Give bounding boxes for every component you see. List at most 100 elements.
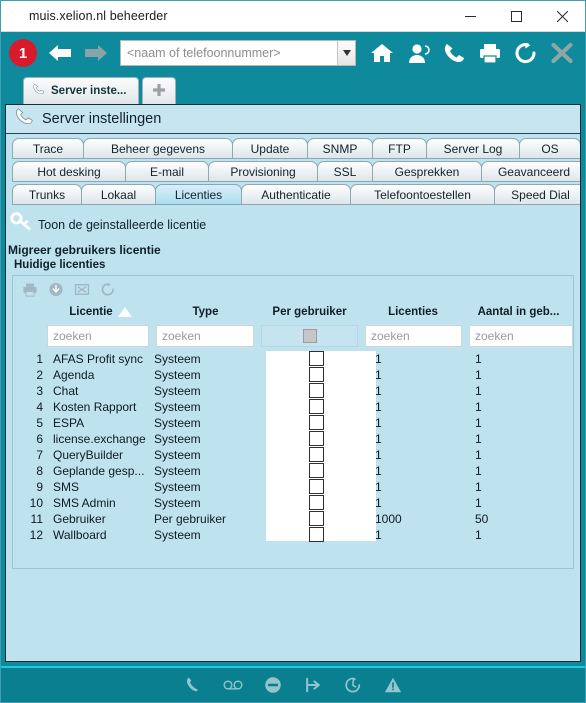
refresh-icon[interactable] <box>99 281 116 298</box>
tab-snmp[interactable]: SNMP <box>307 138 373 159</box>
forward-icon[interactable] <box>302 674 324 696</box>
tab-licenties[interactable]: Licenties <box>155 184 242 205</box>
cell-per-gebruiker[interactable] <box>260 430 372 447</box>
table-row[interactable]: 8 Geplande gesp... Systeem 1 1 <box>13 462 573 479</box>
cell-per-gebruiker[interactable] <box>260 526 372 543</box>
printer-icon[interactable] <box>475 38 505 68</box>
checkbox-icon[interactable] <box>308 478 324 494</box>
migrate-user-license-label[interactable]: Migreer gebruikers licentie <box>6 239 580 258</box>
tab-gesprekken[interactable]: Gesprekken <box>372 161 482 182</box>
tab-speed-dial[interactable]: Speed Dial <box>494 184 580 205</box>
checkbox-icon[interactable] <box>308 446 324 462</box>
chevron-down-icon[interactable] <box>337 41 355 65</box>
checkbox-icon[interactable] <box>308 398 324 414</box>
table-row[interactable]: 1 AFAS Profit sync Systeem 1 1 <box>13 350 573 367</box>
download-icon[interactable] <box>47 281 64 298</box>
tab-ftp[interactable]: FTP <box>372 138 427 159</box>
table-row[interactable]: 9 SMS Systeem 1 1 <box>13 478 573 495</box>
phone-icon[interactable] <box>182 674 204 696</box>
checkbox-icon[interactable] <box>308 462 324 478</box>
maximize-button[interactable] <box>493 1 539 32</box>
table-row[interactable]: 4 Kosten Rapport Systeem 1 1 <box>13 398 573 415</box>
cell-per-gebruiker[interactable] <box>260 350 372 367</box>
cell-licenties: 1000 <box>375 512 402 526</box>
phone-icon[interactable] <box>439 38 469 68</box>
warning-icon[interactable] <box>382 674 404 696</box>
cell-licentie: Chat <box>53 384 79 398</box>
contacts-icon[interactable] <box>403 38 433 68</box>
cell-per-gebruiker[interactable] <box>260 414 372 431</box>
minimize-button[interactable] <box>447 1 493 32</box>
cell-aantal-in-gebruik: 1 <box>475 368 482 382</box>
column-header-per-gebruiker[interactable]: Per gebruiker <box>257 306 362 318</box>
new-tab-button[interactable] <box>142 77 177 104</box>
voicemail-icon[interactable] <box>222 674 244 696</box>
checkbox-icon[interactable] <box>308 494 324 510</box>
tab-trace[interactable]: Trace <box>12 138 84 159</box>
filter-per-gebruiker-checkbox[interactable] <box>261 325 358 347</box>
table-row[interactable]: 3 Chat Systeem 1 1 <box>13 382 573 399</box>
tab-lokaal[interactable]: Lokaal <box>81 184 156 205</box>
cell-per-gebruiker[interactable] <box>260 446 372 463</box>
close-icon[interactable] <box>547 38 577 68</box>
cell-per-gebruiker[interactable] <box>260 510 372 527</box>
filter-type-input[interactable] <box>156 325 254 347</box>
tab-beheer-gegevens[interactable]: Beheer gegevens <box>83 138 233 159</box>
tab-ssl[interactable]: SSL <box>317 161 373 182</box>
table-row[interactable]: 12 Wallboard Systeem 1 1 <box>13 526 573 543</box>
checkbox-icon[interactable] <box>308 366 324 382</box>
cell-per-gebruiker[interactable] <box>260 494 372 511</box>
checkbox-icon[interactable] <box>308 526 324 542</box>
page-title: Server instellingen <box>42 111 162 127</box>
filter-aantal-in-gebruik-input[interactable] <box>469 325 573 347</box>
search-box[interactable] <box>120 40 356 66</box>
checkbox-icon[interactable] <box>308 430 324 446</box>
history-icon[interactable] <box>342 674 364 696</box>
column-header-licenties[interactable]: Licenties <box>362 306 464 318</box>
home-icon[interactable] <box>367 38 397 68</box>
grid-filter-row <box>13 323 573 349</box>
table-row[interactable]: 11 Gebruiker Per gebruiker 1000 50 <box>13 510 573 527</box>
back-arrow-icon[interactable] <box>45 40 75 66</box>
tab-geavanceerd[interactable]: Geavanceerd <box>481 161 580 182</box>
search-input[interactable] <box>121 41 337 65</box>
print-icon[interactable] <box>21 281 38 298</box>
browser-tab-server-instellingen[interactable]: Server inste... <box>23 77 140 104</box>
tab-os[interactable]: OS <box>519 138 580 159</box>
table-row[interactable]: 2 Agenda Systeem 1 1 <box>13 366 573 383</box>
tab-trunks[interactable]: Trunks <box>12 184 82 205</box>
tab-provisioning[interactable]: Provisioning <box>208 161 318 182</box>
table-row[interactable]: 5 ESPA Systeem 1 1 <box>13 414 573 431</box>
column-header-type[interactable]: Type <box>154 306 257 318</box>
tab-hot-desking[interactable]: Hot desking <box>12 161 126 182</box>
dnd-icon[interactable] <box>262 674 284 696</box>
tab-update[interactable]: Update <box>232 138 308 159</box>
show-installed-license-label[interactable]: Toon de geinstalleerde licentie <box>38 218 206 232</box>
checkbox-icon[interactable] <box>308 382 324 398</box>
tab-email[interactable]: E-mail <box>125 161 209 182</box>
cell-per-gebruiker[interactable] <box>260 382 372 399</box>
checkbox-icon[interactable] <box>308 350 324 366</box>
checkbox-icon[interactable] <box>308 414 324 430</box>
column-header-licentie[interactable]: Licentie <box>47 306 154 318</box>
notification-badge[interactable]: 1 <box>9 39 37 67</box>
table-row[interactable]: 7 QueryBuilder Systeem 1 1 <box>13 446 573 463</box>
cell-per-gebruiker[interactable] <box>260 462 372 479</box>
show-installed-license-row[interactable]: Toon de geinstalleerde licentie <box>6 210 580 239</box>
checkbox-icon[interactable] <box>308 510 324 526</box>
refresh-icon[interactable] <box>511 38 541 68</box>
cell-per-gebruiker[interactable] <box>260 398 372 415</box>
cell-per-gebruiker[interactable] <box>260 478 372 495</box>
close-button[interactable] <box>539 1 585 32</box>
column-header-aantal-in-gebruik[interactable]: Aantal in geb... <box>464 306 573 318</box>
table-row[interactable]: 6 license.exchange Systeem 1 1 <box>13 430 573 447</box>
forward-arrow-icon[interactable] <box>81 40 111 66</box>
export-icon[interactable] <box>73 281 90 298</box>
tab-server-log[interactable]: Server Log <box>426 138 520 159</box>
table-row[interactable]: 10 SMS Admin Systeem 1 1 <box>13 494 573 511</box>
tab-telefoontoestellen[interactable]: Telefoontoestellen <box>350 184 495 205</box>
filter-licenties-input[interactable] <box>365 325 462 347</box>
cell-per-gebruiker[interactable] <box>260 366 372 383</box>
tab-authenticatie[interactable]: Authenticatie <box>241 184 351 205</box>
filter-licentie-input[interactable] <box>47 325 149 347</box>
